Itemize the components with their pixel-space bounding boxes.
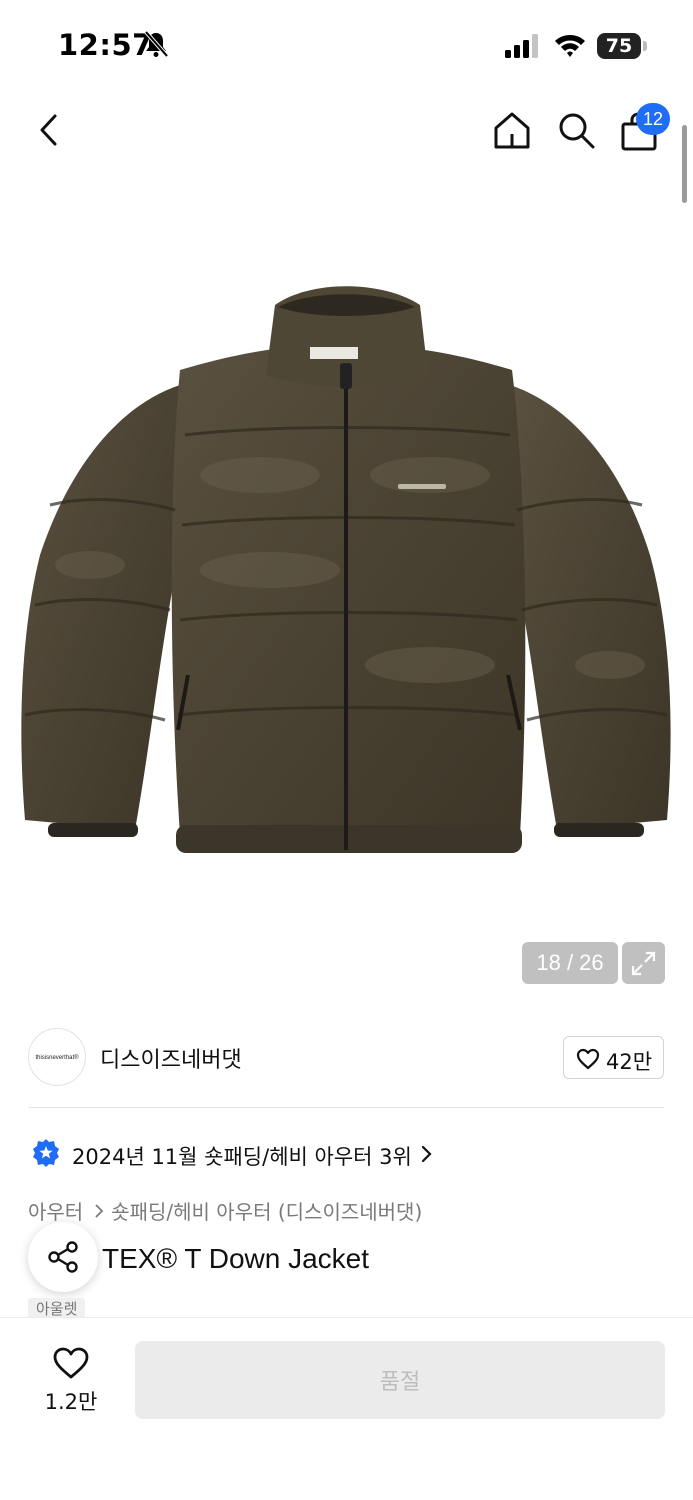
heart-icon xyxy=(576,1048,600,1070)
wifi-icon xyxy=(555,35,585,57)
ranking-text: 2024년 11월 숏패딩/헤비 아우터 3위 xyxy=(72,1145,412,1169)
product-title: TEX® T Down Jacket xyxy=(102,1243,370,1274)
breadcrumb-item-category[interactable]: 숏패딩/헤비 아우터 (디스이즈네버댓) xyxy=(111,1196,422,1225)
sold-out-button[interactable]: 품절 xyxy=(135,1341,665,1419)
share-icon xyxy=(48,1241,78,1273)
expand-image-button[interactable] xyxy=(622,942,665,984)
battery-tip xyxy=(643,41,647,51)
chevron-right-icon xyxy=(95,1203,104,1218)
bottom-action-bar: 1.2만 품절 xyxy=(0,1317,693,1500)
ranking-link[interactable]: 2024년 11월 숏패딩/헤비 아우터 3위 xyxy=(28,1136,528,1172)
cart-count-badge[interactable]: 12 xyxy=(636,103,670,135)
image-counter: 18 / 26 xyxy=(522,942,618,984)
expand-icon xyxy=(631,951,656,976)
brand-row[interactable]: thisisneverthat® 디스이즈네버댓 42만 xyxy=(0,1008,693,1108)
battery-indicator: 75 xyxy=(597,33,647,59)
battery-level: 75 xyxy=(597,33,641,59)
heart-icon[interactable] xyxy=(52,1346,90,1380)
brand-like-button[interactable]: 42만 xyxy=(563,1036,664,1079)
breadcrumb-item-outer[interactable]: 아우터 xyxy=(28,1196,83,1225)
home-icon[interactable] xyxy=(492,110,532,150)
signal-icon xyxy=(505,34,538,58)
brand-logo-text: thisisneverthat® xyxy=(35,1055,79,1061)
scroll-indicator xyxy=(682,125,687,203)
wish-count: 1.2만 xyxy=(44,1390,98,1414)
back-arrow-icon[interactable] xyxy=(33,110,67,150)
breadcrumb: 아우터 숏패딩/헤비 아우터 (디스이즈네버댓) xyxy=(28,1196,422,1226)
brand-like-count: 42만 xyxy=(606,1050,653,1074)
ranking-badge-icon xyxy=(33,1139,59,1167)
status-bar: 12:57 75 xyxy=(0,0,693,92)
bell-muted-icon xyxy=(144,30,169,58)
status-time: 12:57 xyxy=(58,28,153,62)
divider xyxy=(28,1107,664,1108)
chevron-right-icon xyxy=(421,1145,432,1163)
brand-logo[interactable]: thisisneverthat® xyxy=(28,1028,86,1086)
product-image[interactable] xyxy=(10,275,682,865)
search-icon[interactable] xyxy=(556,110,596,150)
share-button[interactable] xyxy=(28,1222,98,1292)
brand-name[interactable]: 디스이즈네버댓 xyxy=(100,1042,242,1074)
top-nav-bar xyxy=(0,100,693,164)
